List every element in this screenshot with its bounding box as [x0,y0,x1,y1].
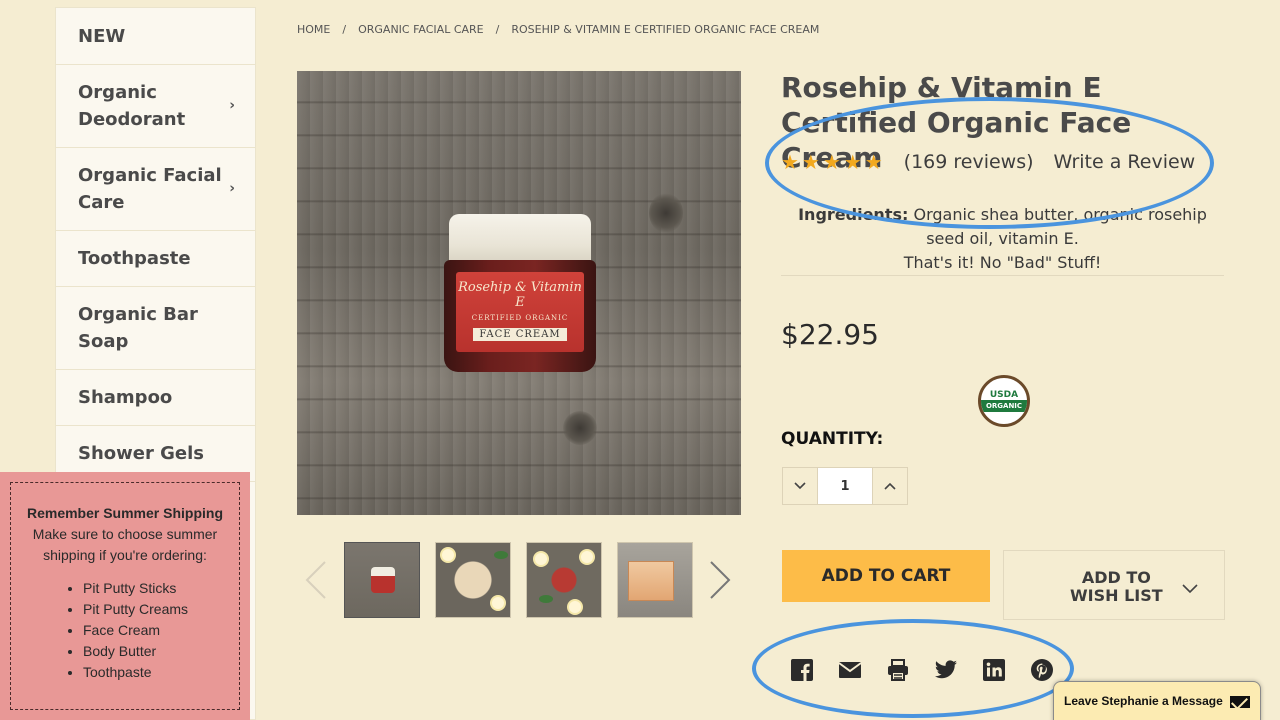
add-to-cart-button[interactable]: ADD TO CART [782,550,990,602]
facebook-icon[interactable] [790,658,814,682]
breadcrumb: HOME / ORGANIC FACIAL CARE / ROSEHIP & V… [297,23,819,36]
notice-list-item: Pit Putty Sticks [83,578,233,599]
breadcrumb-organic-facial-care[interactable]: ORGANIC FACIAL CARE [358,23,484,36]
thumbnail-2[interactable] [435,542,511,618]
sidebar-item-label: Organic Facial Care [78,165,222,213]
ingredients: Ingredients: Organic shea butter, organi… [781,203,1224,275]
product-rating: ★★★★★ (169 reviews) Write a Review [781,150,1195,174]
face-cream-jar: Rosehip & Vitamin E CERTIFIED ORGANIC FA… [444,214,596,374]
sidebar-item-organic-deodorant[interactable]: Organic Deodorant › [56,65,255,148]
wood-knot [563,411,597,445]
breadcrumb-current: ROSEHIP & VITAMIN E CERTIFIED ORGANIC FA… [511,23,820,36]
sidebar-item-label: Organic Bar Soap [78,304,198,352]
breadcrumb-separator: / [495,23,500,36]
linkedin-icon[interactable] [982,658,1006,682]
divider [781,275,1224,276]
sidebar-item-new[interactable]: NEW [56,8,255,65]
sidebar-item-shampoo[interactable]: Shampoo [56,370,255,426]
thumbnail-3[interactable] [526,542,602,618]
notice-title: Remember Summer Shipping [26,505,224,521]
leave-message-tab[interactable]: Leave Stephanie a Message [1053,681,1261,720]
decrease-quantity-button[interactable] [783,468,817,504]
pinterest-icon[interactable] [1030,658,1054,682]
increase-quantity-button[interactable] [873,468,907,504]
leave-message-label: Leave Stephanie a Message [1064,694,1223,708]
thumbnail-1[interactable] [344,542,420,618]
usda-seal-top: USDA [989,390,1019,400]
sidebar-item-label: Shampoo [78,387,173,408]
chevron-right-icon[interactable] [709,560,731,607]
notice-list-item: Face Cream [83,620,233,641]
wood-knot [649,193,683,233]
notice-list-item: Body Butter [83,641,233,662]
sidebar-item-label: Organic Deodorant [78,82,186,130]
notice-list-item: Pit Putty Creams [83,599,233,620]
sidebar-item-label: NEW [78,25,126,47]
leaf-decoration [494,551,508,559]
notice-box: Remember Summer Shipping Make sure to ch… [10,482,240,710]
flower-decoration [569,601,581,613]
jar-label-brand: Rosehip & Vitamin E [458,280,582,310]
thumbnail-jar [371,567,395,593]
sidebar-item-label: Toothpaste [78,248,191,269]
chevron-right-icon: › [229,180,235,197]
quantity-input[interactable] [817,467,873,505]
jar-lid [449,214,591,266]
ingredients-label: Ingredients: [798,205,909,224]
twitter-icon[interactable] [934,658,958,682]
thumbnail-gallery [297,542,741,618]
share-icons [790,658,1054,682]
star-rating-icon: ★★★★★ [781,150,886,174]
sidebar-item-toothpaste[interactable]: Toothpaste [56,231,255,287]
write-review-link[interactable]: Write a Review [1054,151,1196,173]
email-icon[interactable] [838,658,862,682]
usda-seal-bottom: ORGANIC [981,400,1027,412]
notice-list-item: Toothpaste [83,662,233,683]
ingredients-note: That's it! No "Bad" Stuff! [903,253,1102,272]
usda-organic-seal-icon: USDA ORGANIC [978,375,1030,427]
thumbnail-box [628,561,674,601]
notice-list: Pit Putty Sticks Pit Putty Creams Face C… [83,578,233,683]
chevron-up-icon [884,482,896,490]
flower-decoration [492,597,504,609]
envelope-icon [1230,695,1251,708]
flower-decoration [535,553,547,565]
wishlist-label-line2: WISH LIST [1070,586,1163,605]
print-icon[interactable] [886,658,910,682]
summer-shipping-notice: Remember Summer Shipping Make sure to ch… [0,472,250,720]
sidebar-item-organic-bar-soap[interactable]: Organic Bar Soap [56,287,255,370]
jar-label: Rosehip & Vitamin E CERTIFIED ORGANIC FA… [456,272,584,352]
flower-decoration [442,549,454,561]
product-main-image[interactable]: Rosehip & Vitamin E CERTIFIED ORGANIC FA… [297,71,741,515]
review-count-link[interactable]: (169 reviews) [904,151,1034,173]
chevron-down-icon [794,482,806,490]
add-to-wishlist-button[interactable]: ADD TO WISH LIST [1003,550,1225,620]
quantity-stepper [782,467,908,505]
sidebar-item-label: Shower Gels [78,443,204,464]
product-price: $22.95 [781,318,879,351]
jar-label-certified: CERTIFIED ORGANIC [471,314,569,322]
ingredients-list: Organic shea butter, organic rosehip see… [908,205,1207,248]
breadcrumb-separator: / [342,23,347,36]
wishlist-label: ADD TO WISH LIST [1070,569,1163,605]
wishlist-label-line1: ADD TO [1081,568,1151,587]
notice-body: Make sure to choose summer shipping if y… [32,526,218,563]
leaf-decoration [539,595,553,603]
chevron-left-icon[interactable] [305,560,327,607]
chevron-down-icon [1182,581,1198,599]
flower-decoration [581,551,593,563]
jar-label-product: FACE CREAM [473,328,567,341]
sidebar-item-organic-facial-care[interactable]: Organic Facial Care › [56,148,255,231]
thumbnail-4[interactable] [617,542,693,618]
breadcrumb-home[interactable]: HOME [297,23,330,36]
chevron-right-icon: › [229,97,235,114]
ingredients-text: Ingredients: Organic shea butter, organi… [781,203,1224,251]
quantity-label: QUANTITY: [781,429,884,449]
